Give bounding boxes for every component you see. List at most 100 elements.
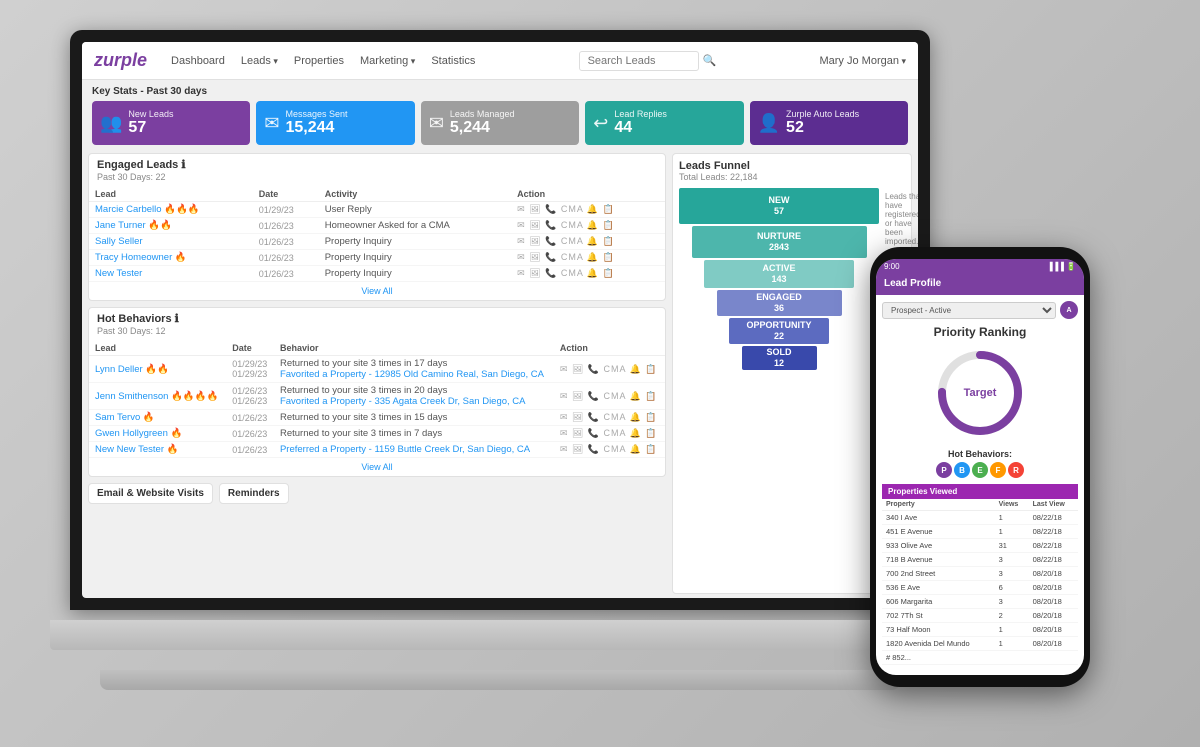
phone-header: Lead Profile [876, 274, 1084, 295]
new-leads-label: New Leads [128, 109, 173, 119]
phone-screen: 9:00 ▐▐▐ 🔋 Lead Profile Prospect - Activ… [876, 259, 1084, 675]
list-item: 73 Half Moon108/20/18 [882, 623, 1078, 637]
date-cell: 01/29/23 [253, 202, 319, 218]
col-action: Action [511, 187, 665, 202]
prospect-select[interactable]: Prospect - Active [882, 302, 1056, 319]
funnel-new[interactable]: NEW57 [679, 188, 879, 224]
lead-link[interactable]: Marcie Carbello 🔥🔥🔥 [95, 204, 200, 215]
stat-auto-leads[interactable]: 👤 Zurple Auto Leads 52 [750, 101, 908, 145]
stat-new-leads[interactable]: 👥 New Leads 57 [92, 101, 250, 145]
nav-statistics[interactable]: Statistics [431, 55, 475, 67]
action-cell: ✉ 🖼 📞 CMA 🔔 📋 [554, 442, 665, 458]
action-cell: ✉ 🖼 📞 CMA 🔔 📋 [511, 202, 665, 218]
app-ui: zurple Dashboard Leads Properties Market… [82, 42, 918, 598]
lead-link[interactable]: Tracy Homeowner 🔥 [95, 252, 187, 263]
select-row: Prospect - Active A [882, 301, 1078, 319]
auto-leads-icon: 👤 [758, 113, 780, 134]
nav-marketing[interactable]: Marketing [360, 55, 415, 67]
table-row: New New Tester 🔥 01/26/23 Preferred a Pr… [89, 442, 665, 458]
col-date: Date [253, 187, 319, 202]
view-all-engaged[interactable]: View All [89, 282, 665, 300]
funnel-opportunity[interactable]: OPPORTUNITY22 [729, 318, 829, 344]
activity-cell: Property Inquiry [319, 250, 511, 266]
view-all-hot[interactable]: View All [89, 458, 665, 476]
stat-lead-replies[interactable]: ↩ Lead Replies 44 [585, 101, 743, 145]
funnel-sub: Total Leads: 22,184 [679, 172, 905, 182]
list-item: 933 Olive Ave3108/22/18 [882, 539, 1078, 553]
list-item: 536 E Ave608/20/18 [882, 581, 1078, 595]
engaged-leads-table: Lead Date Activity Action Marcie [89, 187, 665, 282]
lead-link[interactable]: Jenn Smithenson 🔥🔥🔥🔥 [95, 391, 218, 402]
laptop-base [50, 620, 950, 650]
badge-r: R [1008, 462, 1024, 478]
managed-icon: ✉ [429, 113, 444, 134]
search-input[interactable] [579, 51, 699, 71]
badge-b: B [954, 462, 970, 478]
bottom-section: Email & Website Visits Reminders [88, 483, 666, 504]
table-row: Lynn Deller 🔥🔥 01/29/2301/29/23 Returned… [89, 356, 665, 383]
funnel-title: Leads Funnel [679, 160, 905, 172]
badge-p: P [936, 462, 952, 478]
new-leads-value: 57 [128, 119, 173, 137]
nav-leads[interactable]: Leads [241, 55, 278, 67]
lead-link[interactable]: Lynn Deller 🔥🔥 [95, 364, 169, 375]
activity-cell: User Reply [319, 202, 511, 218]
badge-e: E [972, 462, 988, 478]
date-cell: 01/26/23 [253, 234, 319, 250]
activity-cell: Property Inquiry [319, 266, 511, 282]
table-row: Jenn Smithenson 🔥🔥🔥🔥 01/26/2301/26/23 Re… [89, 383, 665, 410]
funnel-nurture[interactable]: NURTURE2843 [692, 226, 867, 258]
stat-messages-sent[interactable]: ✉ Messages Sent 15,244 [256, 101, 414, 145]
phone-time: 9:00 [884, 262, 900, 271]
action-cell: ✉ 🖼 📞 CMA 🔔 📋 [511, 218, 665, 234]
col-views: Views [995, 499, 1029, 511]
lead-link[interactable]: Jane Turner 🔥🔥 [95, 220, 172, 231]
properties-viewed-table: Property Views Last View 340 I Ave108/22… [882, 499, 1078, 665]
col-date: Date [226, 341, 274, 356]
lead-link[interactable]: Sally Seller [95, 236, 143, 247]
priority-title: Priority Ranking [882, 325, 1078, 339]
messages-value: 15,244 [286, 119, 348, 137]
lead-link[interactable]: Gwen Hollygreen 🔥 [95, 428, 182, 439]
hot-behaviors-table: Lead Date Behavior Action Lynn D [89, 341, 665, 458]
funnel-active[interactable]: ACTIVE143 [704, 260, 854, 288]
hot-behaviors-section: Hot Behaviors ℹ Past 30 Days: 12 Lead [88, 307, 666, 477]
action-cell: ✉ 🖼 📞 CMA 🔔 📋 [554, 383, 665, 410]
funnel-note: Leads that have registered or have been … [885, 192, 918, 246]
nav-dashboard[interactable]: Dashboard [171, 55, 225, 67]
search-area: 🔍 [491, 51, 803, 71]
date-cell: 01/26/23 [253, 250, 319, 266]
col-lead: Lead [89, 187, 253, 202]
funnel-engaged[interactable]: ENGAGED36 [717, 290, 842, 316]
logo: zurple [94, 50, 147, 71]
hot-behaviors-phone: Hot Behaviors: P B E F R [882, 449, 1078, 478]
priority-ranking: Priority Ranking Target [882, 325, 1078, 443]
scene: zurple Dashboard Leads Properties Market… [0, 0, 1200, 747]
properties-viewed-header: Properties Viewed [882, 484, 1078, 499]
date-cell: 01/26/23 [226, 442, 274, 458]
replies-label: Lead Replies [614, 109, 667, 119]
user-menu[interactable]: Mary Jo Morgan [819, 55, 906, 67]
lead-link[interactable]: New Tester [95, 268, 142, 279]
action-cell: ✉ 🖼 📞 CMA 🔔 📋 [554, 410, 665, 426]
engaged-leads-header: Engaged Leads ℹ Past 30 Days: 22 [89, 154, 665, 187]
stat-leads-managed[interactable]: ✉ Leads Managed 5,244 [421, 101, 579, 145]
activity-cell: Property Inquiry [319, 234, 511, 250]
table-row: New Tester 01/26/23 Property Inquiry ✉ 🖼… [89, 266, 665, 282]
lead-link[interactable]: Sam Tervo 🔥 [95, 412, 155, 423]
email-visits-box: Email & Website Visits [88, 483, 213, 504]
action-cell: ✉ 🖼 📞 CMA 🔔 📋 [511, 234, 665, 250]
managed-value: 5,244 [450, 119, 515, 137]
funnel-sold[interactable]: SOLD12 [742, 346, 817, 370]
date-cell: 01/26/23 [253, 218, 319, 234]
table-row: Tracy Homeowner 🔥 01/26/23 Property Inqu… [89, 250, 665, 266]
engaged-leads-section: Engaged Leads ℹ Past 30 Days: 22 Lead [88, 153, 666, 301]
table-row: Sally Seller 01/26/23 Property Inquiry ✉… [89, 234, 665, 250]
lead-link[interactable]: New New Tester 🔥 [95, 444, 178, 455]
col-last-view: Last View [1029, 499, 1078, 511]
badge-f: F [990, 462, 1006, 478]
key-stats-title: Key Stats - Past 30 days [92, 86, 908, 97]
behavior-cell: Returned to your site 3 times in 20 days… [274, 383, 554, 410]
nav-properties[interactable]: Properties [294, 55, 344, 67]
laptop-foot [100, 670, 900, 690]
